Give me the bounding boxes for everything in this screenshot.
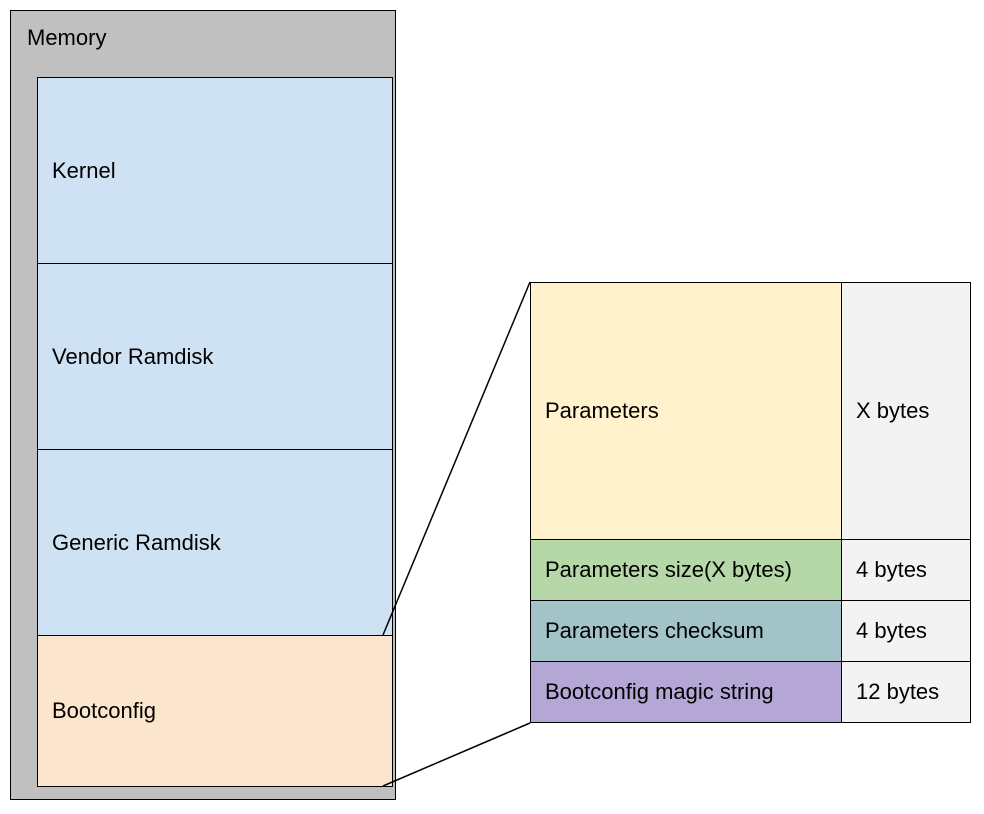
diagram-canvas: Memory Kernel Vendor Ramdisk Generic Ram… bbox=[0, 0, 984, 814]
detail-row-size: 4 bytes bbox=[856, 618, 927, 644]
memory-section-bootconfig: Bootconfig bbox=[38, 636, 392, 786]
detail-row-size: X bytes bbox=[856, 398, 929, 424]
detail-row-label: Parameters size(X bytes) bbox=[545, 557, 792, 583]
memory-section-kernel: Kernel bbox=[38, 78, 392, 264]
detail-row-label: Parameters checksum bbox=[545, 618, 764, 644]
memory-title: Memory bbox=[27, 25, 106, 51]
memory-section-label: Bootconfig bbox=[52, 698, 156, 724]
memory-section-label: Kernel bbox=[52, 158, 116, 184]
detail-row-checksum-bytes: 4 bytes bbox=[841, 600, 971, 662]
detail-row-parameters: Parameters bbox=[530, 282, 842, 540]
detail-row-param-size-bytes: 4 bytes bbox=[841, 539, 971, 601]
memory-section-vendor-ramdisk: Vendor Ramdisk bbox=[38, 264, 392, 450]
detail-row-checksum: Parameters checksum bbox=[530, 600, 842, 662]
detail-row-label: Bootconfig magic string bbox=[545, 679, 774, 705]
detail-row-magic-bytes: 12 bytes bbox=[841, 661, 971, 723]
detail-row-size: 4 bytes bbox=[856, 557, 927, 583]
memory-stack: Kernel Vendor Ramdisk Generic Ramdisk Bo… bbox=[37, 77, 393, 787]
memory-section-label: Vendor Ramdisk bbox=[52, 344, 213, 370]
memory-section-generic-ramdisk: Generic Ramdisk bbox=[38, 450, 392, 636]
detail-row-magic: Bootconfig magic string bbox=[530, 661, 842, 723]
detail-row-label: Parameters bbox=[545, 398, 659, 424]
memory-container: Memory Kernel Vendor Ramdisk Generic Ram… bbox=[10, 10, 396, 800]
detail-row-size: 12 bytes bbox=[856, 679, 939, 705]
memory-section-label: Generic Ramdisk bbox=[52, 530, 221, 556]
detail-row-parameters-size: X bytes bbox=[841, 282, 971, 540]
detail-row-param-size: Parameters size(X bytes) bbox=[530, 539, 842, 601]
